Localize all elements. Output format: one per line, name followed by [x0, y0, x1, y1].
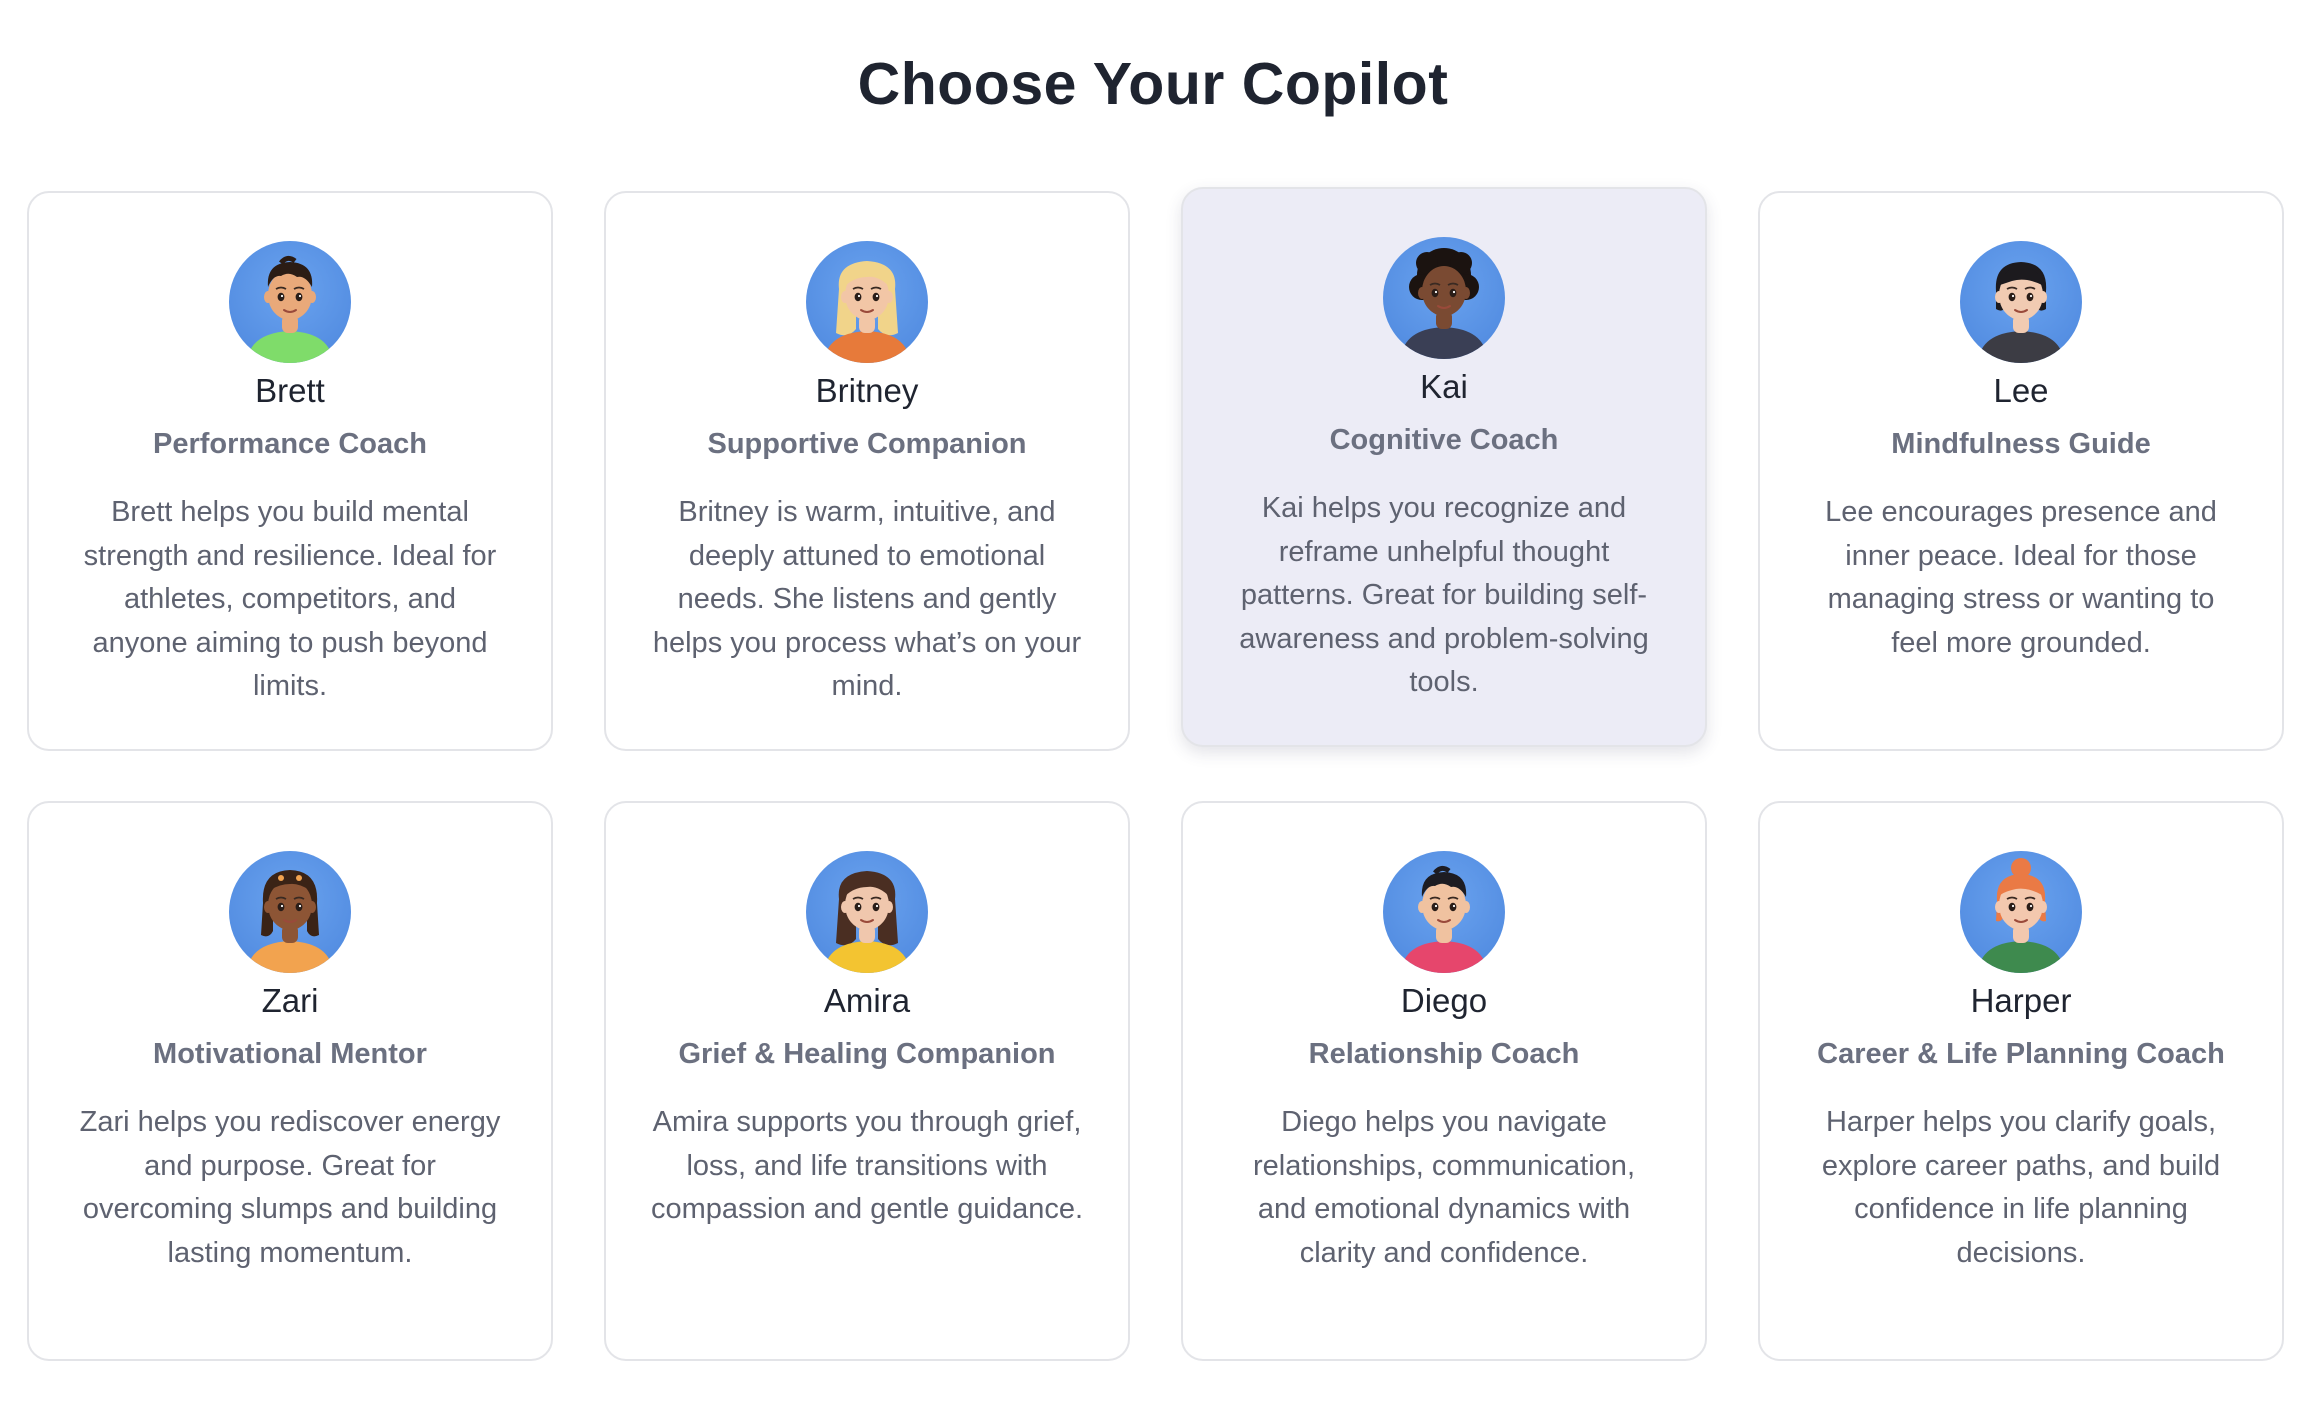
page-title: Choose Your Copilot: [857, 51, 1449, 117]
avatar: [1960, 851, 2082, 973]
avatar: [806, 241, 928, 363]
copilot-card-zari[interactable]: Zari Motivational Mentor Zari helps you …: [27, 801, 553, 1361]
copilot-name: Britney: [815, 372, 919, 409]
copilot-role: Supportive Companion: [707, 428, 1027, 460]
copilot-role: Cognitive Coach: [1329, 424, 1559, 456]
copilot-name: Amira: [823, 982, 911, 1019]
avatar: [229, 851, 351, 973]
copilot-card-britney[interactable]: Britney Supportive Companion Britney is …: [604, 191, 1130, 751]
avatar: [806, 851, 928, 973]
copilot-card-kai[interactable]: Kai Cognitive Coach Kai helps you recogn…: [1181, 187, 1707, 747]
copilot-card-amira[interactable]: Amira Grief & Healing Companion Amira su…: [604, 801, 1130, 1361]
copilot-name: Brett: [255, 372, 325, 409]
copilot-description: Diego helps you navigate relationships, …: [1252, 1106, 1635, 1269]
copilot-name: Harper: [1970, 982, 2072, 1019]
copilot-role: Relationship Coach: [1308, 1038, 1580, 1070]
copilot-name: Zari: [261, 982, 319, 1019]
copilot-description: Zari helps you rediscover energy and pur…: [79, 1106, 501, 1269]
copilot-card-brett[interactable]: Brett Performance Coach Brett helps you …: [27, 191, 553, 751]
copilot-description: Brett helps you build mental strength an…: [83, 496, 497, 702]
copilot-role: Career & Life Planning Coach: [1817, 1038, 2225, 1070]
copilot-role: Performance Coach: [153, 428, 427, 460]
copilot-description: Amira supports you through grief, loss, …: [650, 1106, 1084, 1225]
copilot-role: Motivational Mentor: [153, 1038, 427, 1070]
avatar: [1383, 851, 1505, 973]
avatar: [1383, 237, 1505, 359]
copilot-card-lee[interactable]: Lee Mindfulness Guide Lee encourages pre…: [1758, 191, 2284, 751]
copilot-card-diego[interactable]: Diego Relationship Coach Diego helps you…: [1181, 801, 1707, 1361]
copilot-role: Mindfulness Guide: [1891, 428, 2151, 460]
copilot-description: Kai helps you recognize and reframe unhe…: [1239, 492, 1649, 698]
copilot-role: Grief & Healing Companion: [678, 1038, 1056, 1070]
avatar: [1960, 241, 2082, 363]
copilot-description: Britney is warm, intuitive, and deeply a…: [652, 496, 1082, 702]
copilot-name: Diego: [1400, 982, 1488, 1019]
copilot-name: Lee: [1993, 372, 2049, 409]
copilot-card-harper[interactable]: Harper Career & Life Planning Coach Harp…: [1758, 801, 2284, 1361]
copilot-description: Harper helps you clarify goals, explore …: [1821, 1106, 2221, 1269]
copilot-name: Kai: [1420, 368, 1468, 405]
avatar: [229, 241, 351, 363]
copilot-description: Lee encourages presence and inner peace.…: [1825, 496, 2217, 659]
